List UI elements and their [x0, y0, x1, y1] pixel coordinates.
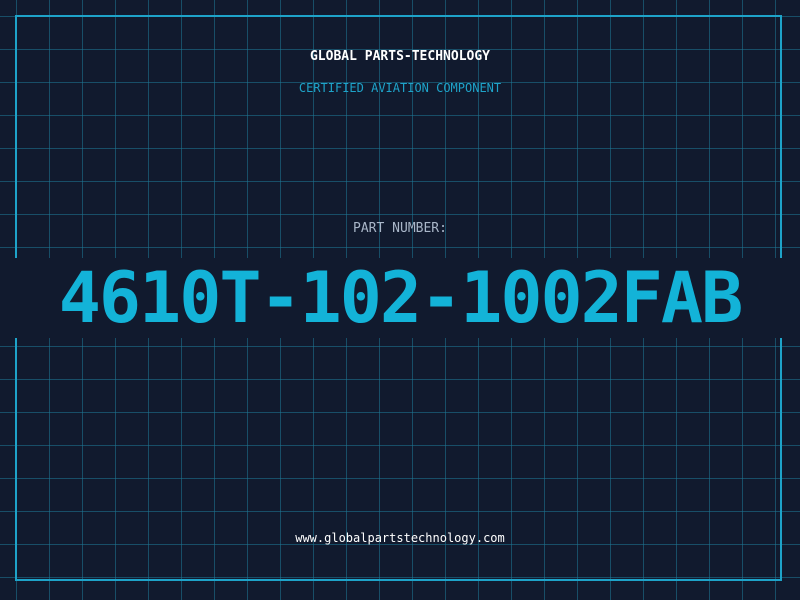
company-name: GLOBAL PARTS-TECHNOLOGY: [309, 49, 490, 64]
certification-tagline: CERTIFIED AVIATION COMPONENT: [298, 81, 502, 95]
part-card: GLOBAL PARTS-TECHNOLOGY CERTIFIED AVIATI…: [0, 0, 800, 600]
part-number-value: 4610T-102-1002FAB: [58, 257, 743, 339]
part-number-label: PART NUMBER:: [353, 221, 447, 236]
website-url: www.globalpartstechnology.com: [295, 531, 505, 545]
